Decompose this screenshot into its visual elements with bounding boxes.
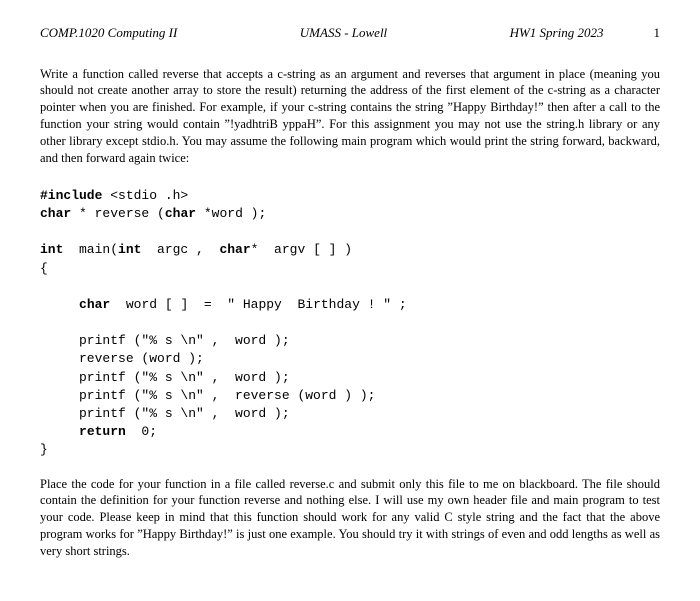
code-keyword: #include [40,188,102,203]
code-text: printf ("% s \n" , word ); [40,370,290,385]
code-keyword: char [219,242,250,257]
page-header: COMP.1020 Computing II UMASS - Lowell HW… [40,24,660,42]
code-text: printf ("% s \n" , word ); [40,333,290,348]
code-text: <stdio .h> [102,188,188,203]
code-text: argc , [141,242,219,257]
code-text: reverse (word ); [40,351,204,366]
code-text: word [ ] = " Happy Birthday ! " ; [110,297,406,312]
assignment-info: HW1 Spring 2023 [510,24,604,42]
code-keyword: char [40,206,71,221]
code-keyword: char [79,297,110,312]
institution: UMASS - Lowell [300,24,387,42]
code-text: printf ("% s \n" , reverse (word ) ); [40,388,375,403]
code-keyword: int [118,242,141,257]
code-keyword: char [165,206,196,221]
code-text: { [40,261,48,276]
code-text: *word ); [196,206,266,221]
code-text: 0; [126,424,157,439]
code-text: printf ("% s \n" , word ); [40,406,290,421]
problem-description: Write a function called reverse that acc… [40,66,660,167]
code-listing: #include <stdio .h> char * reverse (char… [40,187,660,460]
page-number: 1 [653,24,660,42]
submission-instructions: Place the code for your function in a fi… [40,476,660,560]
code-keyword: return [79,424,126,439]
code-text: * argv [ ] ) [251,242,352,257]
assignment-info-wrap: HW1 Spring 2023 1 [510,24,660,42]
course-title: COMP.1020 Computing II [40,24,177,42]
code-text: } [40,442,48,457]
code-keyword: int [40,242,63,257]
code-text: main( [63,242,118,257]
code-text: * reverse ( [71,206,165,221]
